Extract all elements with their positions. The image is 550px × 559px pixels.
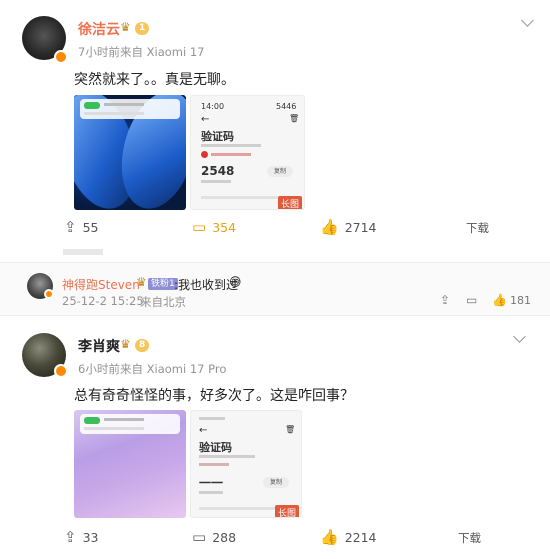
trash-icon: 🗑 — [285, 425, 296, 434]
trash-icon: 🗑 — [289, 114, 300, 123]
post-source: 来自 Xiaomi 17 Pro — [120, 362, 227, 376]
screen-title: 验证码 — [201, 130, 234, 143]
comment-count: 288 — [212, 529, 237, 545]
long-image-badge: 长图 — [278, 196, 303, 209]
reply-user-name[interactable]: 神得跑Steven — [62, 276, 140, 293]
notification-preview — [80, 99, 180, 119]
crown-icon: ♛ — [120, 337, 131, 351]
like-count: 2714 — [344, 219, 377, 235]
comment-icon[interactable]: ▭ — [466, 293, 477, 307]
verified-badge-icon — [44, 289, 54, 299]
chevron-down-icon[interactable] — [521, 14, 534, 27]
repost-icon: ⇪ — [64, 218, 77, 236]
comment-icon: ▭ — [192, 528, 207, 546]
reply-like-count: 181 — [510, 294, 531, 307]
post-text: 突然就来了。。真是无聊。 — [74, 72, 235, 88]
level-badge: 1 — [135, 22, 150, 35]
copy-button: 复制 — [267, 166, 293, 177]
crown-icon: ♛ — [120, 20, 131, 34]
post-time: 7小时前 — [78, 45, 120, 59]
post-image[interactable] — [74, 410, 186, 518]
user-name[interactable]: 李肖爽 — [78, 336, 120, 356]
copy-button: 复制 — [263, 477, 289, 488]
reply-time: 25-12-2 15:25 — [62, 294, 144, 308]
like-icon: 👍 — [320, 528, 339, 546]
level-badge: 8 — [135, 339, 150, 352]
warning-icon — [201, 151, 208, 158]
like-button[interactable]: 👍 2214 — [320, 528, 377, 546]
download-button[interactable]: 下载 — [466, 220, 489, 236]
repost-count: 33 — [82, 529, 99, 545]
verified-badge-icon — [54, 364, 68, 378]
repost-icon: ⇪ — [64, 528, 77, 546]
back-arrow-icon: ← — [201, 114, 210, 125]
reply-row: 神得跑Steven ♛ 铁粉1 :我也收到过 😅 25-12-2 15:25 来… — [0, 262, 550, 316]
status-time: 14:00 — [201, 102, 225, 111]
post-source: 来自 Xiaomi 17 — [120, 45, 205, 59]
verified-badge-icon — [54, 50, 68, 64]
like-button[interactable]: 👍 2714 — [320, 218, 377, 236]
comment-button[interactable]: ▭ 354 — [192, 218, 236, 236]
repost-count: 55 — [82, 219, 99, 235]
emoji-icon: 😅 — [229, 275, 242, 289]
screen-title: 验证码 — [199, 441, 232, 454]
long-image-badge: 长图 — [275, 505, 300, 517]
like-icon[interactable]: 👍 — [492, 293, 507, 307]
comment-count: 354 — [212, 219, 237, 235]
repost-button[interactable]: ⇪ 33 — [64, 528, 98, 546]
download-button[interactable]: 下载 — [458, 530, 481, 546]
like-icon: 👍 — [320, 218, 339, 236]
back-arrow-icon: ← — [199, 425, 208, 436]
repost-button[interactable]: ⇪ 55 — [64, 218, 98, 236]
status-right: 5446 — [276, 102, 297, 111]
comment-icon: ▭ — [192, 218, 207, 236]
reply-location: 来自北京 — [140, 295, 186, 309]
chevron-down-icon[interactable] — [513, 330, 526, 343]
post-image[interactable]: ← 🗑 验证码 一一 复制 长图 — [190, 410, 302, 518]
share-icon[interactable]: ⇪ — [440, 293, 450, 307]
like-count: 2214 — [344, 529, 377, 545]
post-image[interactable]: 14:00 5446 ← 🗑 验证码 2548 复制 长图 — [190, 95, 305, 210]
post-image[interactable] — [74, 95, 186, 210]
post-card: 徐洁云 ♛ 1 7小时前 来自 Xiaomi 17 突然就来了。。真是无聊。 1… — [0, 0, 550, 262]
user-name[interactable]: 徐洁云 — [78, 19, 120, 39]
verification-code: 一一 — [199, 476, 224, 490]
post-text: 总有奇奇怪怪的事，好多次了。这是咋回事？ — [74, 388, 354, 404]
comment-button[interactable]: ▭ 288 — [192, 528, 236, 546]
notification-preview — [80, 414, 180, 434]
post-time: 6小时前 — [78, 362, 120, 376]
crown-icon: ♛ — [136, 275, 147, 289]
verification-code: 2548 — [201, 164, 235, 178]
